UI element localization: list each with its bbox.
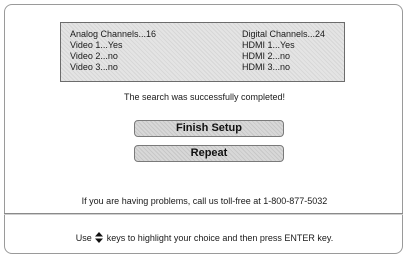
scan-summary-box: Analog Channels...16 Video 1...Yes Video… [60, 22, 345, 82]
footer-divider [4, 213, 403, 215]
analog-channels-count: Analog Channels...16 [70, 29, 157, 39]
repeat-button[interactable]: Repeat [134, 145, 284, 162]
up-down-arrow-icon [95, 232, 104, 245]
video-3-status: Video 3...no [70, 62, 118, 72]
search-complete-message: The search was successfully completed! [123, 92, 286, 102]
video-2-status: Video 2...no [70, 51, 118, 61]
footer-text-before: Use [75, 233, 92, 243]
hdmi-3-status: HDMI 3...no [242, 62, 291, 72]
summary-right-column: Digital Channels...24 HDMI 1...Yes HDMI … [242, 29, 325, 73]
digital-channels-count: Digital Channels...24 [242, 29, 326, 39]
hdmi-2-status: HDMI 2...no [242, 51, 291, 61]
video-1-status: Video 1...Yes [70, 40, 123, 50]
help-phone-text: If you are having problems, call us toll… [81, 196, 328, 206]
hdmi-1-status: HDMI 1...Yes [242, 40, 295, 50]
footer-text-after: keys to highlight your choice and then p… [106, 233, 334, 243]
footer-instructions: Use keys to highlight your choice and th… [0, 232, 409, 245]
summary-left-column: Analog Channels...16 Video 1...Yes Video… [70, 29, 156, 73]
finish-setup-button[interactable]: Finish Setup [134, 120, 284, 137]
